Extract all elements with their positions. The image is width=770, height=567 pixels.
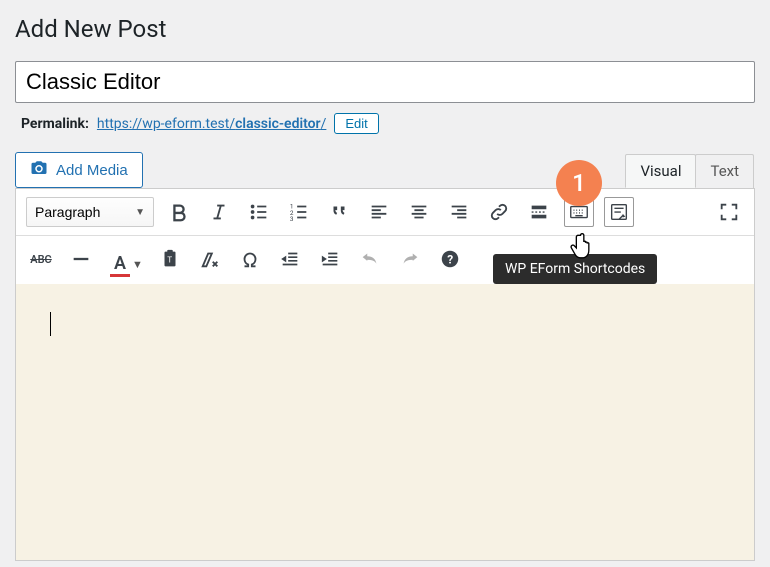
strikethrough-button[interactable]: ABC: [26, 244, 56, 274]
link-button[interactable]: [484, 197, 514, 227]
media-icon: [30, 159, 48, 181]
outdent-button[interactable]: [275, 244, 305, 274]
permalink-edit-button[interactable]: Edit: [334, 113, 378, 134]
permalink-row: Permalink: https://wp-eform.test/classic…: [21, 113, 755, 134]
svg-text:?: ?: [447, 253, 453, 267]
bold-button[interactable]: [164, 197, 194, 227]
hand-cursor-icon: [569, 232, 597, 262]
help-button[interactable]: ?: [435, 244, 465, 274]
eform-shortcodes-button[interactable]: [604, 197, 634, 227]
permalink-trail: /: [321, 116, 327, 132]
post-title-input[interactable]: [15, 61, 755, 103]
page-heading: Add New Post: [15, 15, 755, 43]
horizontal-rule-button[interactable]: [66, 244, 96, 274]
text-color-dropdown-icon: ▼: [132, 258, 143, 274]
editor-container: Paragraph 123: [15, 188, 755, 561]
align-left-button[interactable]: [364, 197, 394, 227]
blockquote-button[interactable]: [324, 197, 354, 227]
text-cursor: [50, 312, 51, 336]
editor-canvas[interactable]: [16, 284, 754, 560]
italic-button[interactable]: [204, 197, 234, 227]
permalink-slug: classic-editor: [235, 116, 320, 132]
permalink-url[interactable]: https://wp-eform.test/classic-editor/: [97, 116, 326, 132]
permalink-label: Permalink:: [21, 116, 89, 132]
tab-visual[interactable]: Visual: [625, 154, 696, 188]
align-right-button[interactable]: [444, 197, 474, 227]
bullet-list-button[interactable]: [244, 197, 274, 227]
add-media-label: Add Media: [56, 162, 128, 179]
svg-text:3: 3: [290, 215, 294, 223]
toolbar-row-1: Paragraph 123: [16, 189, 754, 236]
undo-button[interactable]: [355, 244, 385, 274]
align-center-button[interactable]: [404, 197, 434, 227]
permalink-base: https://wp-eform.test/: [97, 116, 235, 132]
fullscreen-button[interactable]: [714, 197, 744, 227]
redo-button[interactable]: [395, 244, 425, 274]
text-color-letter: A: [110, 253, 130, 274]
tab-text[interactable]: Text: [695, 154, 754, 188]
svg-text:T: T: [167, 256, 172, 266]
callout-1: 1: [556, 160, 602, 206]
format-select-label: Paragraph: [35, 204, 100, 220]
add-media-button[interactable]: Add Media: [15, 152, 143, 188]
special-char-button[interactable]: [235, 244, 265, 274]
clear-format-button[interactable]: [195, 244, 225, 274]
read-more-button[interactable]: [524, 197, 554, 227]
indent-button[interactable]: [315, 244, 345, 274]
format-select[interactable]: Paragraph: [26, 197, 154, 227]
editor-tabs: Visual Text: [626, 154, 754, 188]
paste-button[interactable]: T: [155, 244, 185, 274]
numbered-list-button[interactable]: 123: [284, 197, 314, 227]
text-color-button[interactable]: A ▼: [106, 244, 145, 274]
